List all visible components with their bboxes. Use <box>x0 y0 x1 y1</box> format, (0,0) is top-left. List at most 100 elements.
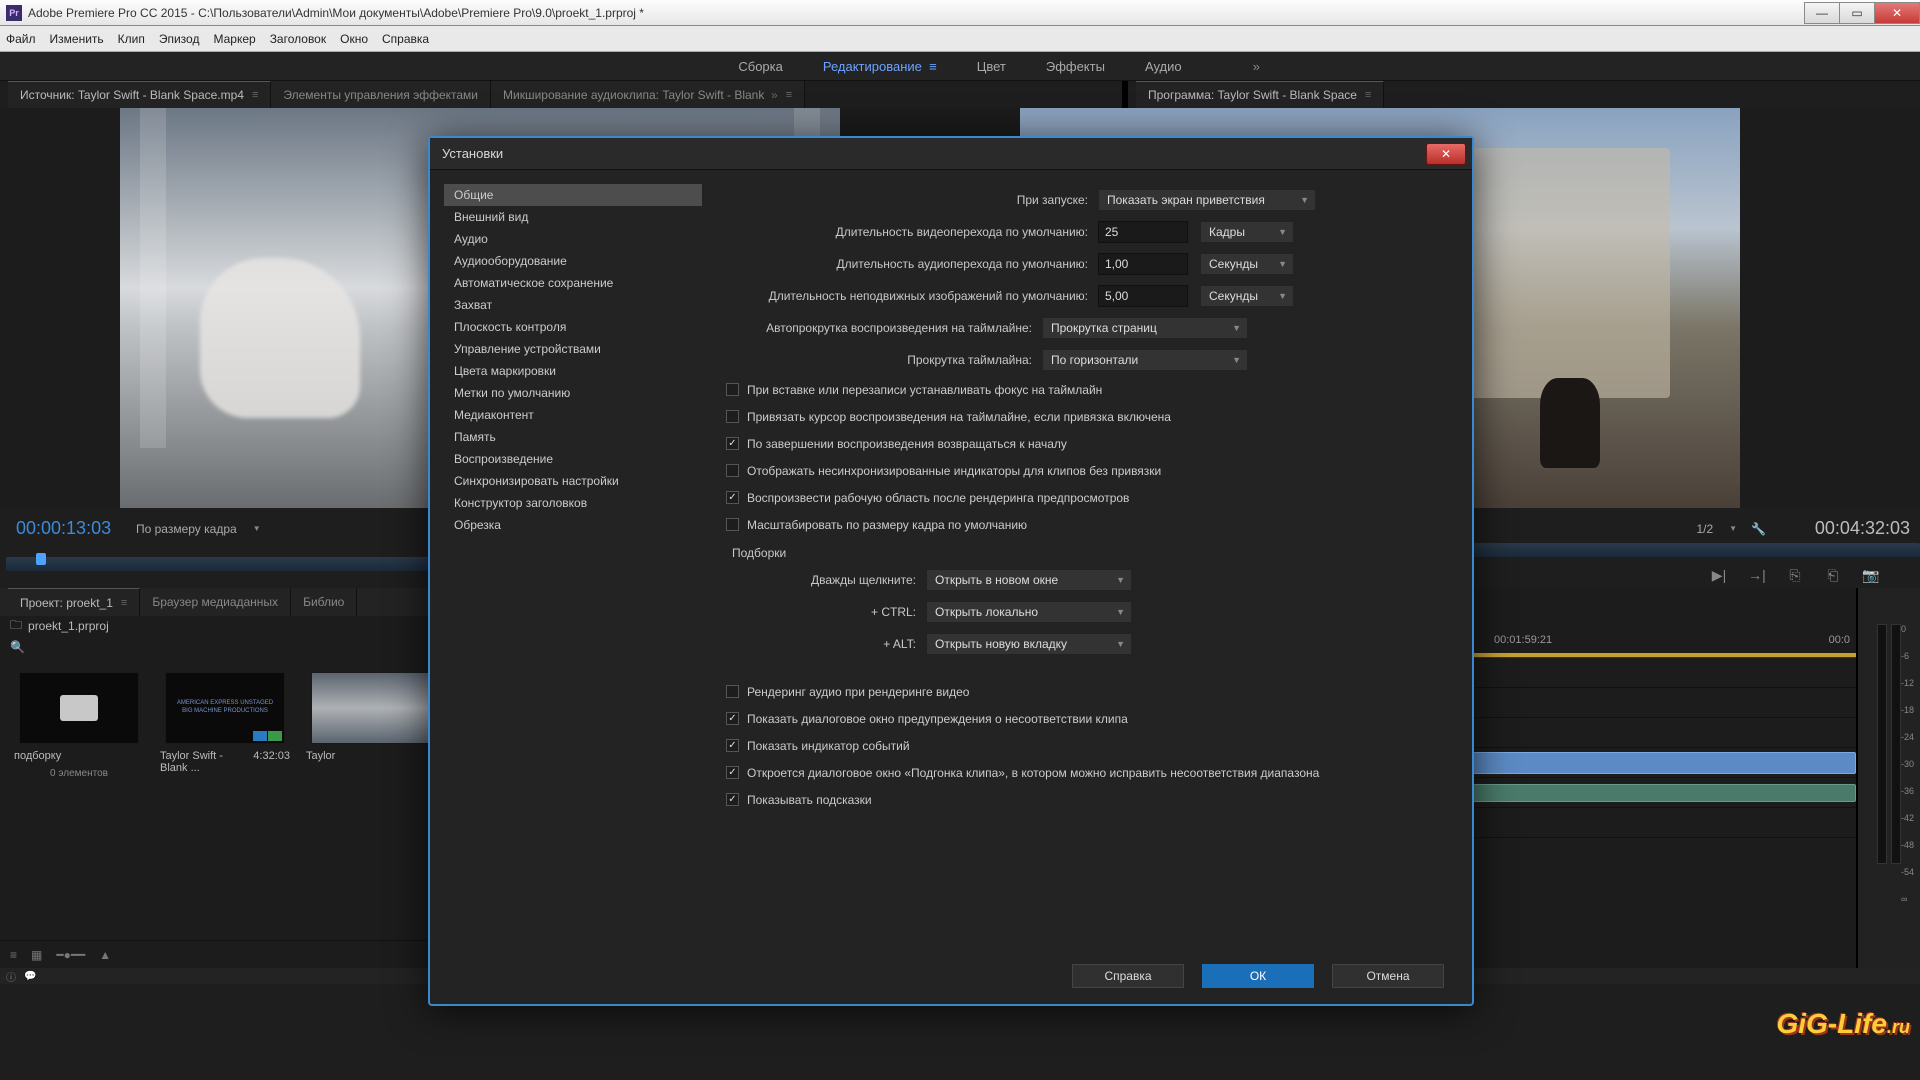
workspace-color[interactable]: Цвет <box>977 59 1006 74</box>
dropdown-alt[interactable]: Открыть новую вкладку <box>926 633 1132 655</box>
next-icon[interactable]: →| <box>1748 567 1766 584</box>
tab-project[interactable]: Проект: proekt_1≡ <box>8 588 140 616</box>
bin-item[interactable]: AMERICAN EXPRESS UNSTAGEDBIG MACHINE PRO… <box>160 672 290 779</box>
close-button[interactable]: ✕ <box>1874 2 1920 24</box>
workspace-tabs: Сборка Редактирование ≡ Цвет Эффекты Ауд… <box>0 52 1920 80</box>
sidebar-item-1[interactable]: Внешний вид <box>444 206 702 228</box>
sidebar-item-2[interactable]: Аудио <box>444 228 702 250</box>
checkbox-row: Рендеринг аудио при рендеринге видео <box>716 678 1448 705</box>
bin-item[interactable]: Taylor <box>306 672 436 779</box>
sidebar-item-10[interactable]: Медиаконтент <box>444 404 702 426</box>
menu-marker[interactable]: Маркер <box>213 32 255 46</box>
dropdown-scroll[interactable]: По горизонтали <box>1042 349 1248 371</box>
checkbox[interactable] <box>726 766 739 779</box>
dropdown-dblclick[interactable]: Открыть в новом окне <box>926 569 1132 591</box>
project-path: proekt_1.prproj <box>28 619 109 633</box>
checkbox[interactable] <box>726 712 739 725</box>
sort-icon[interactable]: ▲ <box>99 948 111 962</box>
section-bins: Подборки <box>716 538 1448 564</box>
workspace-editing[interactable]: Редактирование ≡ <box>823 59 937 74</box>
input-still-dur[interactable]: 5,00 <box>1098 285 1188 307</box>
menu-clip[interactable]: Клип <box>118 32 145 46</box>
sidebar-item-14[interactable]: Конструктор заголовков <box>444 492 702 514</box>
checkbox-row: Показывать подсказки <box>716 786 1448 813</box>
checkbox-row: Показать индикатор событий <box>716 732 1448 759</box>
zoom-slider[interactable]: ━●━━ <box>56 948 85 962</box>
menu-window[interactable]: Окно <box>340 32 368 46</box>
sidebar-item-0[interactable]: Общие <box>444 184 702 206</box>
menu-help[interactable]: Справка <box>382 32 429 46</box>
sidebar-item-4[interactable]: Автоматическое сохранение <box>444 272 702 294</box>
tab-program[interactable]: Программа: Taylor Swift - Blank Space≡ <box>1136 81 1384 108</box>
bin-thumbnail: AMERICAN EXPRESS UNSTAGEDBIG MACHINE PRO… <box>165 672 285 744</box>
checkbox-label: Показать индикатор событий <box>747 739 910 753</box>
sidebar-item-3[interactable]: Аудиооборудование <box>444 250 702 272</box>
checkbox[interactable] <box>726 518 739 531</box>
extract-icon[interactable]: ⎗ <box>1824 567 1842 584</box>
cancel-button[interactable]: Отмена <box>1332 964 1444 988</box>
list-view-icon[interactable]: ≡ <box>10 948 17 962</box>
checkbox[interactable] <box>726 383 739 396</box>
dropdown-ctrl[interactable]: Открыть локально <box>926 601 1132 623</box>
tab-effect-controls[interactable]: Элементы управления эффектами <box>271 81 491 108</box>
checkbox[interactable] <box>726 491 739 504</box>
dropdown-still-unit[interactable]: Секунды <box>1200 285 1294 307</box>
sidebar-item-11[interactable]: Память <box>444 426 702 448</box>
sidebar-item-12[interactable]: Воспроизведение <box>444 448 702 470</box>
sidebar-item-13[interactable]: Синхронизировать настройки <box>444 470 702 492</box>
checkbox[interactable] <box>726 739 739 752</box>
sidebar-item-15[interactable]: Обрезка <box>444 514 702 536</box>
icon-view-icon[interactable]: ▦ <box>31 948 42 962</box>
preferences-dialog: Установки ✕ ОбщиеВнешний видАудиоАудиооб… <box>428 136 1474 1006</box>
preferences-sidebar: ОбщиеВнешний видАудиоАудиооборудованиеАв… <box>444 184 702 942</box>
sidebar-item-7[interactable]: Управление устройствами <box>444 338 702 360</box>
program-zoom-dropdown[interactable]: 1/2 <box>1696 522 1737 536</box>
info-icon: ⓘ <box>6 969 16 984</box>
sidebar-item-6[interactable]: Плоскость контроля <box>444 316 702 338</box>
menu-edit[interactable]: Изменить <box>50 32 104 46</box>
tab-libraries[interactable]: Библио <box>291 588 357 616</box>
play-icon[interactable]: ▶| <box>1710 567 1728 584</box>
workspace-effects[interactable]: Эффекты <box>1046 59 1105 74</box>
source-timecode[interactable]: 00:00:13:03 <box>6 518 136 539</box>
settings-icon[interactable]: 🔧 <box>1751 522 1766 536</box>
lift-icon[interactable]: ⎘ <box>1786 567 1804 584</box>
search-icon[interactable]: 🔍 <box>10 640 25 654</box>
workspace-audio[interactable]: Аудио <box>1145 59 1182 74</box>
export-frame-icon[interactable]: 📷 <box>1862 567 1880 584</box>
input-video-dur[interactable]: 25 <box>1098 221 1188 243</box>
help-button[interactable]: Справка <box>1072 964 1184 988</box>
checkbox[interactable] <box>726 464 739 477</box>
checkbox[interactable] <box>726 437 739 450</box>
workspace-overflow-icon[interactable]: » <box>1253 59 1260 74</box>
program-transport: ▶| →| ⎘ ⎗ 📷 <box>1710 567 1880 584</box>
preferences-content: При запуске: Показать экран приветствия … <box>716 184 1458 942</box>
source-fit-dropdown[interactable]: По размеру кадра <box>136 522 261 536</box>
dialog-close-button[interactable]: ✕ <box>1426 143 1466 165</box>
ok-button[interactable]: ОК <box>1202 964 1314 988</box>
label-at-start: При запуске: <box>716 193 1098 207</box>
dropdown-at-start[interactable]: Показать экран приветствия <box>1098 189 1316 211</box>
sidebar-item-9[interactable]: Метки по умолчанию <box>444 382 702 404</box>
checkbox[interactable] <box>726 410 739 423</box>
bin-item[interactable]: подборку 0 элементов <box>14 672 144 779</box>
maximize-button[interactable]: ▭ <box>1839 2 1875 24</box>
checkbox[interactable] <box>726 685 739 698</box>
tab-audio-mixer[interactable]: Микширование аудиоклипа: Taylor Swift - … <box>491 81 805 108</box>
bin-thumbnail <box>19 672 139 744</box>
tab-source[interactable]: Источник: Taylor Swift - Blank Space.mp4… <box>8 81 271 108</box>
workspace-assembly[interactable]: Сборка <box>738 59 783 74</box>
dropdown-audio-unit[interactable]: Секунды <box>1200 253 1294 275</box>
minimize-button[interactable]: — <box>1804 2 1840 24</box>
menu-sequence[interactable]: Эпизод <box>159 32 200 46</box>
sidebar-item-5[interactable]: Захват <box>444 294 702 316</box>
checkbox-label: Привязать курсор воспроизведения на тайм… <box>747 410 1171 424</box>
tab-media-browser[interactable]: Браузер медиаданных <box>140 588 291 616</box>
sidebar-item-8[interactable]: Цвета маркировки <box>444 360 702 382</box>
menu-title[interactable]: Заголовок <box>270 32 326 46</box>
checkbox[interactable] <box>726 793 739 806</box>
dropdown-autoscroll[interactable]: Прокрутка страниц <box>1042 317 1248 339</box>
menu-file[interactable]: Файл <box>6 32 36 46</box>
dropdown-video-unit[interactable]: Кадры <box>1200 221 1294 243</box>
input-audio-dur[interactable]: 1,00 <box>1098 253 1188 275</box>
